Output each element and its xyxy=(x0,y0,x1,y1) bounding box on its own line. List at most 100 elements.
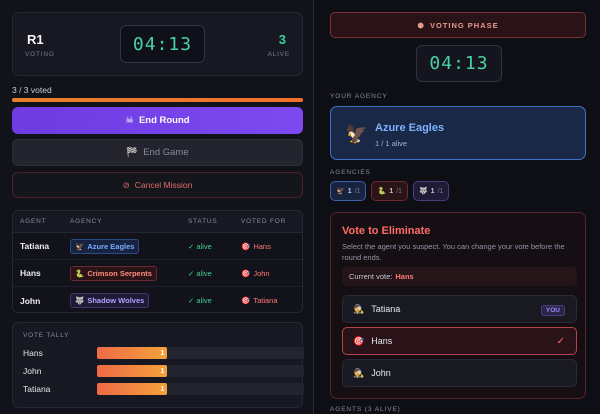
status-alive: ✓ alive xyxy=(188,241,212,251)
voted-for-name: John xyxy=(253,268,270,278)
agency-tag: 🐺 Shadow Wolves xyxy=(70,293,150,308)
tally-name: John xyxy=(23,366,42,376)
agency-cell: 🦅 Azure Eagles xyxy=(70,233,140,259)
your-agency-label: YOUR AGENCY xyxy=(330,93,388,100)
your-agency-card: 🦅 Azure Eagles 1 / 1 alive xyxy=(330,106,586,160)
check-icon: ✓ xyxy=(556,336,565,347)
agents-table: AGENT AGENCY STATUS VOTED FOR Tatiana 🦅 … xyxy=(12,210,303,313)
voted-for-cell: 🎯 John xyxy=(241,260,270,286)
alive-count: 3 xyxy=(278,32,286,47)
eagle-icon: 🦅 xyxy=(75,241,85,251)
header-status: STATUS xyxy=(188,218,218,225)
target-icon: 🎯 xyxy=(353,335,365,346)
table-header: AGENT AGENCY STATUS VOTED FOR xyxy=(13,211,302,233)
vote-to-eliminate-panel: Vote to Eliminate Select the agent you s… xyxy=(330,212,586,399)
agency-name: Azure Eagles xyxy=(87,241,135,251)
cancel-mission-button[interactable]: ⊘ Cancel Mission xyxy=(12,172,303,198)
agents-alive-label: AGENTS (3 ALIVE) xyxy=(330,406,401,413)
agencies-label: AGENCIES xyxy=(330,169,371,176)
voted-for-cell: 🎯 Hans xyxy=(241,233,271,259)
status-alive: ✓ alive xyxy=(188,268,212,278)
agency-cell: 🐺 Shadow Wolves xyxy=(70,287,150,312)
agency-tag: 🐍 Crimson Serpents xyxy=(70,265,157,281)
end-game-label: End Game xyxy=(143,147,189,158)
round-timer: 04:13 xyxy=(120,25,205,63)
phase-label: VOTING PHASE xyxy=(429,20,499,30)
player-timer: 04:13 xyxy=(416,45,502,82)
current-vote-label: Current vote: xyxy=(349,272,393,281)
header-agent: AGENT xyxy=(20,218,47,225)
option-name: Hans xyxy=(371,336,393,346)
table-row: Hans 🐍 Crimson Serpents ✓ alive 🎯 John xyxy=(13,260,302,287)
votes-progress-text: 3 / 3 voted xyxy=(12,85,52,95)
host-panel: R1 VOTING 04:13 3 ALIVE 3 / 3 voted ☠ En… xyxy=(0,0,314,414)
chip-count: 1 xyxy=(389,187,394,195)
cancel-mission-label: Cancel Mission xyxy=(134,180,193,190)
vote-tally: VOTE TALLY Hans 1 John 1 Tatiana 1 xyxy=(12,322,304,408)
checkered-flag-icon: 🏁 xyxy=(126,147,139,158)
votes-progress-fill xyxy=(12,98,303,102)
tally-row: John 1 xyxy=(23,365,304,377)
option-name: Tatiana xyxy=(371,304,401,314)
tally-bar-track: 1 xyxy=(97,383,304,395)
option-name: John xyxy=(371,368,391,378)
cube-icon: ⬢ xyxy=(417,20,425,30)
tally-name: Hans xyxy=(23,348,43,358)
current-vote: Current vote: Hans xyxy=(342,267,577,286)
target-icon: 🎯 xyxy=(241,241,251,251)
agent-name: Tatiana xyxy=(20,241,50,251)
you-badge: YOU xyxy=(540,305,565,316)
skull-icon: ☠ xyxy=(125,115,134,126)
end-round-button[interactable]: ☠ End Round xyxy=(12,107,303,134)
agency-alive-count: 1 / 1 alive xyxy=(375,139,408,148)
table-row: Tatiana 🦅 Azure Eagles ✓ alive 🎯 Hans xyxy=(13,233,302,260)
tally-name: Tatiana xyxy=(23,384,51,394)
agency-tag: 🦅 Azure Eagles xyxy=(70,238,140,254)
target-icon: 🎯 xyxy=(241,296,251,305)
agency-chip-serpents: 🐍 1/1 xyxy=(371,181,408,201)
detective-icon: 🕵 xyxy=(353,367,365,378)
vote-description: Select the agent you suspect. You can ch… xyxy=(342,242,565,262)
wolf-icon: 🐺 xyxy=(418,188,428,195)
table-row: John 🐺 Shadow Wolves ✓ alive 🎯 Tatiana xyxy=(13,287,302,312)
agent-name: Hans xyxy=(20,268,41,278)
wolf-icon: 🐺 xyxy=(75,296,85,305)
agency-chip-eagles: 🦅 1/1 xyxy=(330,181,367,201)
chip-total: /1 xyxy=(396,187,402,195)
vote-option-hans[interactable]: 🎯 Hans ✓ xyxy=(342,327,577,355)
tally-bar-track: 1 xyxy=(97,365,304,377)
voting-phase-banner: ⬢ VOTING PHASE xyxy=(330,12,586,38)
vote-option-tatiana[interactable]: 🕵 Tatiana YOU xyxy=(342,295,577,323)
tally-bar: 1 xyxy=(97,347,168,359)
agency-name: Crimson Serpents xyxy=(87,268,152,278)
tally-row: Hans 1 xyxy=(23,347,304,359)
tally-bar: 1 xyxy=(97,365,168,377)
end-game-button[interactable]: 🏁 End Game xyxy=(12,139,303,166)
agency-name: Azure Eagles xyxy=(375,122,445,134)
status-alive: ✓ alive xyxy=(188,296,212,305)
chip-count: 1 xyxy=(430,187,435,195)
round-label: VOTING xyxy=(25,51,55,58)
agency-name: Shadow Wolves xyxy=(87,296,145,305)
voted-for-name: Tatiana xyxy=(253,296,278,305)
agency-cell: 🐍 Crimson Serpents xyxy=(70,260,157,286)
voted-for-name: Hans xyxy=(253,241,271,251)
target-icon: 🎯 xyxy=(241,268,251,278)
chip-total: /1 xyxy=(437,187,444,195)
tally-row: Tatiana 1 xyxy=(23,383,304,395)
scoreboard: R1 VOTING 04:13 3 ALIVE xyxy=(12,12,303,76)
snake-icon: 🐍 xyxy=(75,268,85,278)
header-agency: AGENCY xyxy=(70,218,103,225)
chip-total: /1 xyxy=(354,187,361,195)
current-vote-value: Hans xyxy=(395,272,414,281)
vote-option-john[interactable]: 🕵 John xyxy=(342,359,577,387)
snake-icon: 🐍 xyxy=(377,188,387,195)
detective-icon: 🕵 xyxy=(353,303,365,314)
eagle-icon: 🦅 xyxy=(345,124,368,144)
chip-count: 1 xyxy=(347,187,352,195)
agency-chip-wolves: 🐺 1/1 xyxy=(412,181,450,201)
tally-bar: 1 xyxy=(97,383,168,395)
voted-for-cell: 🎯 Tatiana xyxy=(241,287,278,312)
vote-title: Vote to Eliminate xyxy=(342,225,431,237)
player-panel: ⬢ VOTING PHASE 04:13 YOUR AGENCY 🦅 Azure… xyxy=(315,0,600,414)
